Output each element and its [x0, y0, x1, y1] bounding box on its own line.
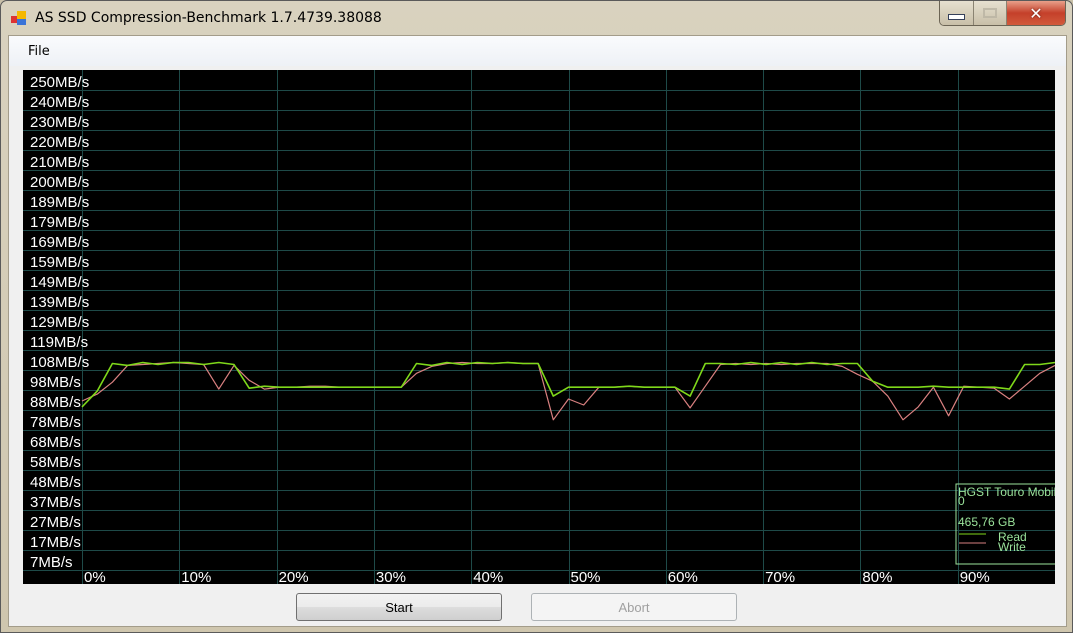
- y-tick-label: 68MB/s: [30, 434, 81, 451]
- start-button[interactable]: Start: [296, 593, 502, 621]
- x-tick-label: 30%: [376, 569, 406, 584]
- x-tick-label: 70%: [765, 569, 795, 584]
- x-tick-label: 60%: [668, 569, 698, 584]
- series-line-write: [81, 361, 1055, 421]
- legend-write-label: Write: [998, 540, 1026, 554]
- legend: HGST Touro Mobile 0 465,76 GB Read Write: [955, 483, 1055, 565]
- app-icon[interactable]: [11, 10, 27, 26]
- y-tick-label: 159MB/s: [30, 254, 89, 271]
- y-tick-label: 210MB/s: [30, 154, 89, 171]
- close-icon: ✕: [1029, 3, 1043, 23]
- legend-capacity: 465,76 GB: [958, 515, 1015, 529]
- menu-bar: File: [9, 36, 1066, 66]
- y-axis-labels: 250MB/s 240MB/s 230MB/s 220MB/s 210MB/s 200MB…: [30, 74, 89, 571]
- maximize-button[interactable]: [974, 1, 1007, 25]
- y-tick-label: 189MB/s: [30, 194, 89, 211]
- y-tick-label: 139MB/s: [30, 294, 89, 311]
- compression-chart: 250MB/s 240MB/s 230MB/s 220MB/s 210MB/s 200MB…: [23, 70, 1055, 584]
- y-tick-label: 149MB/s: [30, 274, 89, 291]
- series-line-read: [81, 361, 1055, 408]
- x-tick-label: 80%: [862, 569, 892, 584]
- legend-line2: 0: [958, 494, 965, 508]
- app-window: AS SSD Compression-Benchmark 1.7.4739.38…: [0, 0, 1073, 633]
- y-tick-label: 179MB/s: [30, 214, 89, 231]
- close-button[interactable]: ✕: [1007, 1, 1065, 25]
- y-tick-label: 7MB/s: [30, 554, 73, 571]
- maximize-icon: [983, 8, 997, 18]
- y-tick-label: 129MB/s: [30, 314, 89, 331]
- y-tick-label: 27MB/s: [30, 514, 81, 531]
- y-tick-label: 37MB/s: [30, 494, 81, 511]
- x-tick-label: 10%: [181, 569, 211, 584]
- abort-button[interactable]: Abort: [531, 593, 737, 621]
- y-tick-label: 200MB/s: [30, 174, 89, 191]
- minimize-icon: [948, 14, 965, 20]
- chart-svg: 250MB/s 240MB/s 230MB/s 220MB/s 210MB/s 200MB…: [23, 70, 1055, 584]
- x-tick-label: 20%: [279, 569, 309, 584]
- window-title: AS SSD Compression-Benchmark 1.7.4739.38…: [35, 10, 382, 26]
- legend-device-name: HGST Touro Mobile: [958, 485, 1055, 499]
- y-tick-label: 250MB/s: [30, 74, 89, 91]
- x-tick-label: 40%: [473, 569, 503, 584]
- data-lines: [81, 361, 1055, 421]
- caption-buttons: ✕: [939, 1, 1066, 26]
- title-bar[interactable]: AS SSD Compression-Benchmark 1.7.4739.38…: [1, 1, 1072, 35]
- y-tick-label: 48MB/s: [30, 474, 81, 491]
- minimize-button[interactable]: [940, 1, 974, 25]
- y-tick-label: 98MB/s: [30, 374, 81, 391]
- y-tick-label: 17MB/s: [30, 534, 81, 551]
- menu-file[interactable]: File: [28, 44, 50, 59]
- y-tick-label: 240MB/s: [30, 94, 89, 111]
- x-tick-label: 90%: [960, 569, 990, 584]
- client-area: File 250MB/s 240MB/s 230MB/s 220MB/s 210MB/s…: [8, 35, 1067, 627]
- y-tick-label: 78MB/s: [30, 414, 81, 431]
- y-tick-label: 58MB/s: [30, 454, 81, 471]
- y-tick-label: 108MB/s: [30, 354, 89, 371]
- y-tick-label: 230MB/s: [30, 114, 89, 131]
- y-tick-label: 88MB/s: [30, 394, 81, 411]
- y-tick-label: 119MB/s: [30, 334, 88, 351]
- y-tick-label: 220MB/s: [30, 134, 89, 151]
- y-tick-label: 169MB/s: [30, 234, 89, 251]
- grid-lines: [23, 70, 1055, 584]
- x-tick-label: 0%: [84, 569, 106, 584]
- x-tick-label: 50%: [571, 569, 601, 584]
